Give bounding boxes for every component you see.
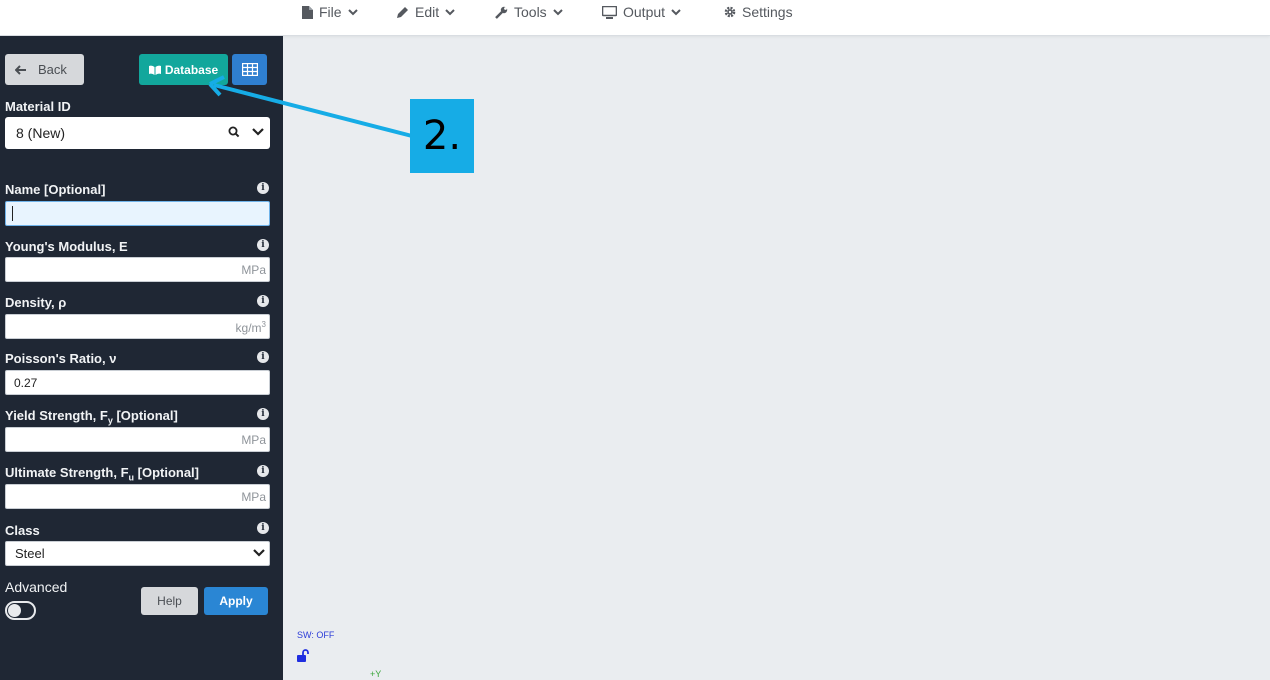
back-button-label: Back — [38, 62, 67, 77]
info-icon[interactable]: i — [257, 522, 269, 534]
advanced-toggle[interactable] — [5, 601, 36, 620]
book-open-icon — [148, 65, 161, 75]
material-id-select[interactable]: 8 (New) — [5, 117, 270, 149]
wrench-icon — [495, 6, 508, 19]
annotation-step-label: 2. — [410, 99, 474, 173]
info-icon[interactable]: i — [257, 239, 269, 251]
name-input[interactable] — [5, 201, 270, 226]
ultimate-strength-label: Ultimate Strength, Fu [Optional] — [5, 465, 200, 483]
text-cursor — [12, 206, 13, 221]
apply-button[interactable]: Apply — [204, 587, 268, 615]
y-axis-label: +Y — [370, 669, 382, 679]
menu-file-label: File — [319, 4, 342, 20]
pencil-icon — [397, 7, 408, 18]
chevron-down-icon — [252, 128, 264, 136]
monitor-icon — [602, 5, 617, 19]
ultimate-strength-unit: MPa — [241, 490, 266, 504]
info-icon[interactable]: i — [257, 295, 269, 307]
yield-strength-unit: MPa — [241, 433, 266, 447]
density-label: Density, ρ — [5, 295, 67, 310]
search-icon[interactable] — [228, 126, 240, 138]
density-unit: kg/m3 — [235, 320, 266, 335]
material-sidebar: Back Database Material ID 8 (New) Name [… — [0, 36, 283, 680]
chevron-down-icon — [671, 8, 681, 15]
info-icon[interactable]: i — [257, 465, 269, 477]
yield-strength-label: Yield Strength, Fy [Optional] — [5, 408, 178, 426]
table-view-button[interactable] — [232, 54, 267, 85]
class-select[interactable]: Steel — [5, 541, 270, 566]
gear-icon — [724, 6, 736, 18]
youngs-modulus-input[interactable]: MPa — [5, 257, 270, 282]
chevron-down-icon — [347, 8, 358, 15]
menu-edit-label: Edit — [415, 4, 440, 20]
menu-output-label: Output — [623, 4, 666, 20]
menu-settings-label: Settings — [742, 4, 793, 20]
menu-settings[interactable]: Settings — [724, 0, 793, 24]
advanced-label: Advanced — [5, 579, 68, 595]
yield-strength-input[interactable]: MPa — [5, 427, 270, 452]
menu-output[interactable]: Output — [602, 0, 681, 24]
chevron-down-icon — [253, 549, 265, 557]
class-label: Class — [5, 523, 40, 538]
info-icon[interactable]: i — [257, 182, 269, 194]
table-icon — [241, 63, 258, 76]
menu-file[interactable]: File — [302, 0, 358, 24]
back-button[interactable]: Back — [5, 54, 84, 85]
info-icon[interactable]: i — [257, 351, 269, 363]
menu-tools[interactable]: Tools — [495, 0, 563, 24]
help-button[interactable]: Help — [141, 587, 198, 615]
arrow-left-icon — [15, 64, 26, 75]
material-id-value: 8 (New) — [16, 125, 66, 141]
top-menu-bar: File Edit Tools Output Settings — [0, 0, 1270, 36]
poissons-ratio-input[interactable]: 0.27 — [5, 370, 270, 395]
material-id-label: Material ID — [5, 99, 71, 114]
youngs-modulus-unit: MPa — [241, 263, 266, 277]
poissons-ratio-label: Poisson's Ratio, ν — [5, 351, 117, 366]
info-icon[interactable]: i — [257, 408, 269, 420]
name-label: Name [Optional] — [5, 182, 106, 197]
class-value: Steel — [15, 546, 45, 561]
menu-edit[interactable]: Edit — [397, 0, 455, 24]
youngs-modulus-label: Young's Modulus, E — [5, 239, 128, 254]
toggle-knob — [8, 604, 21, 617]
database-button[interactable]: Database — [139, 54, 228, 85]
chevron-down-icon — [552, 8, 563, 15]
density-input[interactable]: kg/m3 — [5, 314, 270, 339]
self-weight-status: SW: OFF — [297, 630, 335, 640]
chevron-down-icon — [445, 8, 455, 15]
menu-tools-label: Tools — [514, 4, 547, 20]
file-icon — [302, 5, 313, 19]
ultimate-strength-input[interactable]: MPa — [5, 484, 270, 509]
unlock-icon[interactable] — [297, 649, 310, 667]
database-button-label: Database — [164, 62, 219, 77]
poissons-ratio-value: 0.27 — [14, 375, 38, 390]
